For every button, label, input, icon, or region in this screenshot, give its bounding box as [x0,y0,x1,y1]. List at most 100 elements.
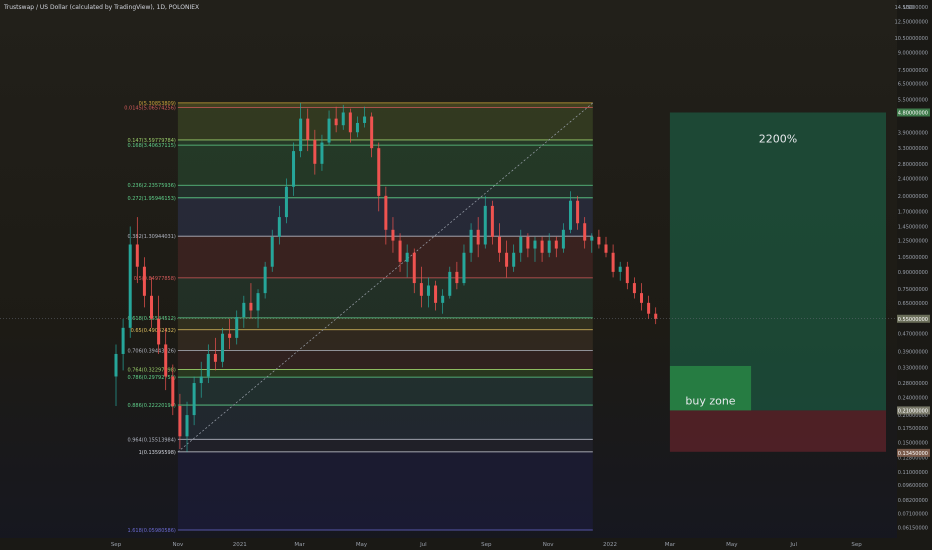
time-tick-label: Nov [173,542,184,548]
fib-label: 0.168(3.40637115) [127,143,175,149]
candle-body [150,295,154,319]
price-tick-label: 2.00000000 [898,194,928,200]
target-zone [669,112,886,411]
price-tick-label: 5.50000000 [898,98,928,104]
candle-body [327,118,331,143]
price-tick-label: 9.00000000 [898,51,928,57]
candle-body [263,266,267,294]
currency-label: USD [903,5,914,11]
candle-body [554,240,558,249]
candle-body [640,293,644,303]
candle-body [334,118,338,126]
candle-body [242,302,246,318]
candle-body [519,236,523,253]
price-tick-label: 0.15000000 [898,440,928,446]
candle-body [313,139,317,164]
price-tick-label: 0.47000000 [898,332,928,338]
candle-body [647,302,651,314]
candle-body [228,333,232,338]
price-tick-label: 3.90000000 [898,130,928,136]
candle-body [221,333,225,362]
price-tick-label: 7.50000000 [898,68,928,74]
candle-body [476,229,480,245]
candle-body [462,252,466,284]
time-tick-label: Jul [419,542,427,548]
price-tick-label: 1.25000000 [898,239,928,245]
candle-body [618,266,622,272]
candle-body [213,353,217,362]
time-tick-label: 2022 [603,542,617,548]
fib-band [177,405,593,440]
candle-body [377,148,381,196]
candle-body [526,236,530,249]
price-tick-label: 3.30000000 [898,146,928,152]
candle-body [412,252,416,284]
candle-body [157,318,161,345]
candle-body [533,240,537,249]
chart-canvas[interactable]: 0(5.30853809)0.0145(5.06574256)0.147(3.5… [0,0,932,550]
candle-body [114,353,118,377]
fib-band [177,145,593,186]
fib-band [177,329,593,351]
fib-band [177,236,593,278]
candle-body [434,285,438,303]
candle-body [135,244,139,267]
time-tick-label: May [726,542,738,548]
fib-label: 1(0.13595598) [139,450,176,456]
fib-label: 0.0145(5.06574256) [124,105,176,111]
price-tick-label: 2.40000000 [898,176,928,182]
fib-label: 0.382(1.30944031) [127,234,175,240]
price-tick-label: 1.05000000 [898,255,928,261]
candle-body [632,283,636,294]
fib-label: 0.706(0.39443026) [127,349,175,355]
chart-stage[interactable]: 0(5.30853809) 0.0145(5.06574256) 0.147(3.5… [0,0,932,550]
time-tick-label: Sep [481,542,492,548]
candle-body [171,376,175,407]
time-tick-label: Nov [543,542,554,548]
chart-title: Trustswap / US Dollar (calculated by Tra… [4,4,200,11]
candle-body [199,376,203,384]
buy-zone-label: buy zone [685,394,735,407]
candle-body [235,317,239,338]
price-tick-label: 6.50000000 [898,82,928,88]
time-tick-label: Sep [851,542,862,548]
candle-body [270,236,274,267]
candle-body [597,236,601,245]
candle-body [121,327,125,354]
price-label-text: 0.13450000 [898,451,928,457]
candle-body [128,244,132,328]
candle-body [611,252,615,272]
candle-body [320,142,324,164]
fib-band [177,439,593,452]
price-tick-label: 0.75000000 [898,287,928,293]
price-tick-label: 0.65000000 [898,301,928,307]
fib-label: 0.5(0.84977858) [134,276,176,282]
price-label-text: 4.80000000 [898,110,928,116]
price-tick-label: 0.90000000 [898,270,928,276]
candle-body [583,223,587,241]
candle-body [256,293,260,311]
fib-label: 0.786(0.29792759) [127,375,175,381]
fib-label: 0.964(0.15513984) [127,437,175,443]
time-tick-label: May [356,542,368,548]
candle-body [490,205,494,237]
candle-body [625,266,629,284]
fib-band [177,317,593,330]
candle-body [547,240,551,253]
candle-body [590,236,594,241]
candle-body [505,252,509,267]
time-tick-label: Jul [789,542,797,548]
candle-body [497,236,501,253]
time-tick-label: Sep [111,542,122,548]
fib-label: 0.236(2.23575936) [127,183,175,189]
fib-label: 0.764(0.32297098) [127,367,175,373]
candle-body [277,217,281,237]
price-tick-label: 0.28000000 [898,381,928,387]
candle-body [206,353,210,377]
price-label-text: 0.55000000 [898,317,928,323]
candle-body [341,112,345,126]
price-tick-label: 0.11000000 [898,470,928,476]
price-tick-label: 0.09600000 [898,483,928,489]
fib-label: 0.65(0.49042432) [131,328,176,334]
candle-body [448,271,452,296]
